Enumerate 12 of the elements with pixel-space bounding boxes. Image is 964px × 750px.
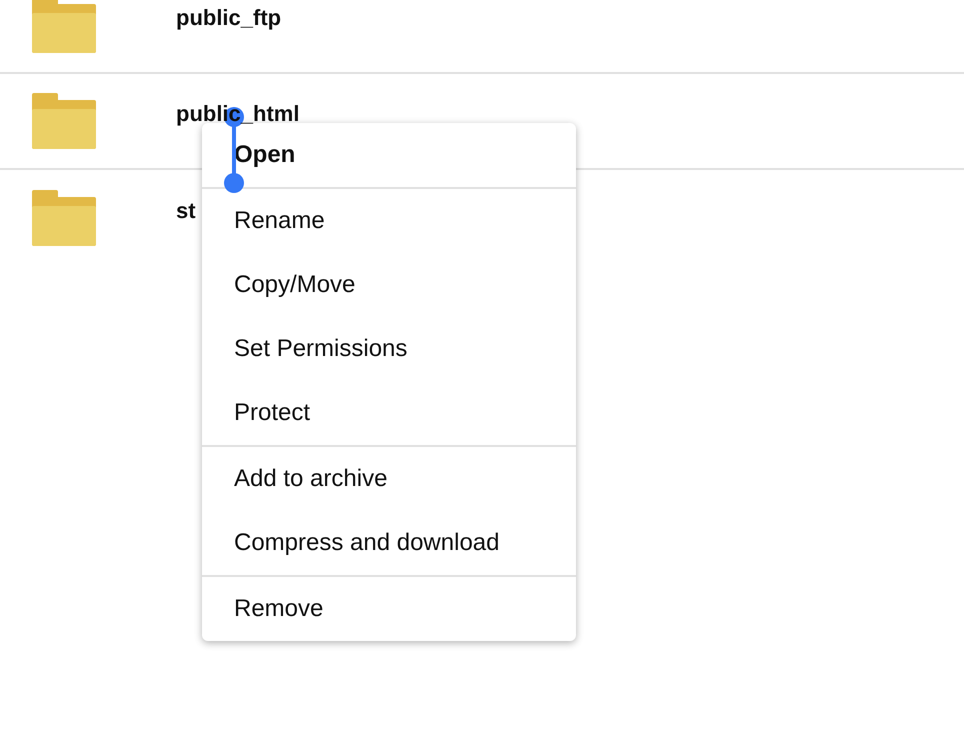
menu-item[interactable]: Set Permissions <box>202 317 576 381</box>
menu-item[interactable]: Add to archive <box>202 447 576 511</box>
folder-icon <box>32 190 96 246</box>
file-name[interactable]: public_ftp <box>176 6 282 30</box>
menu-item[interactable]: Copy/Move <box>202 253 576 317</box>
folder-icon <box>32 0 96 53</box>
menu-item[interactable]: Remove <box>202 577 576 641</box>
menu-item[interactable]: Rename <box>202 189 576 253</box>
file-name[interactable]: st <box>176 199 196 223</box>
menu-item[interactable]: Compress and download <box>202 511 576 577</box>
menu-item[interactable]: Protect <box>202 381 576 447</box>
folder-icon <box>32 93 96 149</box>
